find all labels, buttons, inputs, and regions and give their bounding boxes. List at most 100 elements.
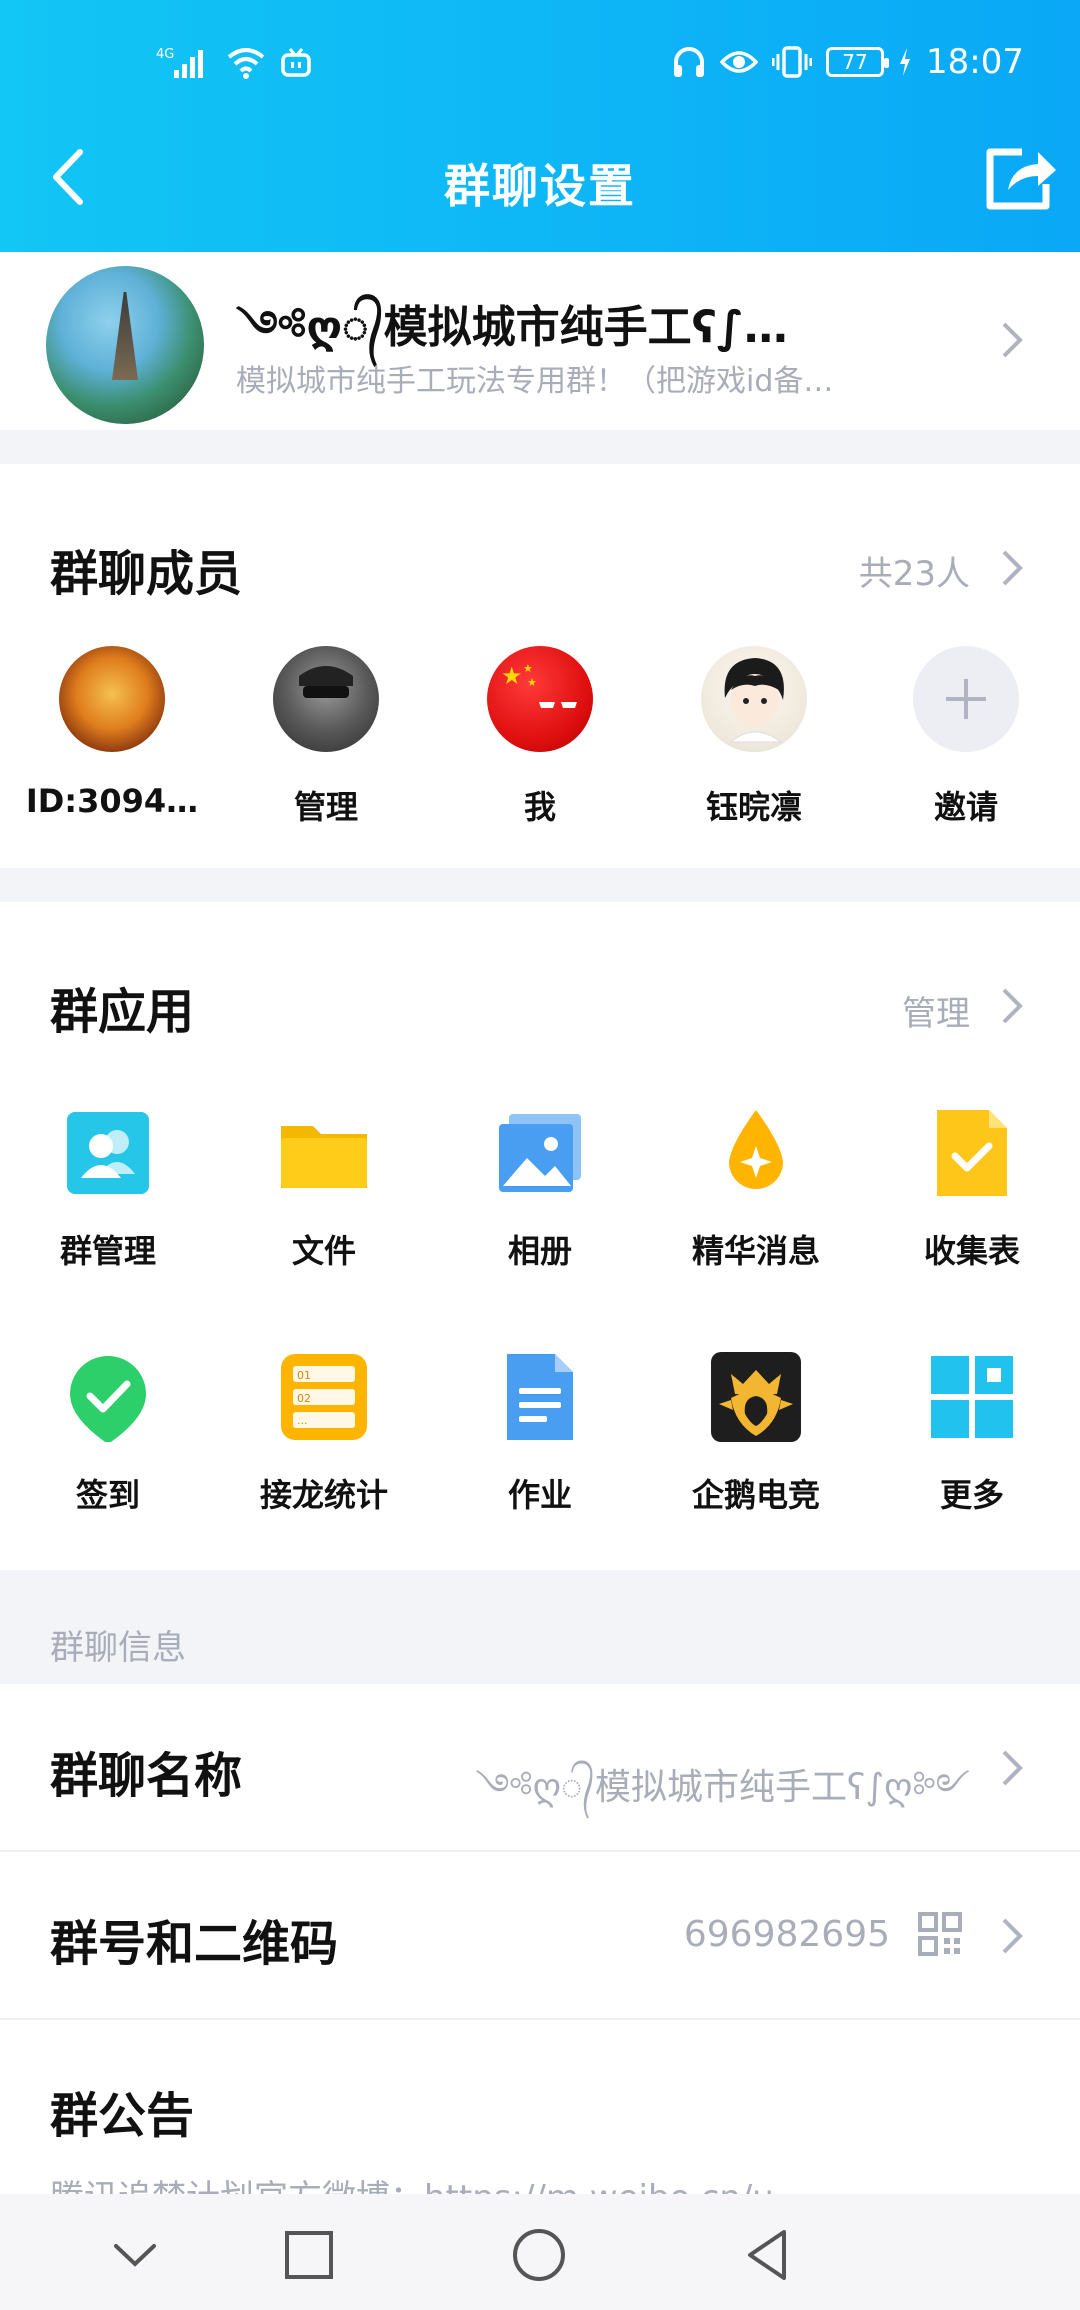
square-icon: [285, 2231, 333, 2279]
homework-icon: [495, 1352, 585, 1442]
share-icon: [986, 148, 1056, 210]
app-label: 签到: [75, 1476, 140, 1514]
svg-text:★: ★: [501, 662, 523, 690]
charging-icon: [898, 47, 912, 77]
member-name: ID:3094…: [25, 782, 199, 820]
group-notice-row[interactable]: 群公告 腾讯追梦计划官方微博：https://m.weibo.cn/u: [0, 2020, 1080, 2200]
app-label: 更多: [939, 1476, 1004, 1514]
apps-title: 群应用: [50, 984, 195, 1040]
group-number-row[interactable]: 群号和二维码 696982695: [0, 1852, 1080, 2018]
apps-manage-link[interactable]: 管理: [902, 986, 970, 1035]
chevron-right-icon: [1000, 1916, 1024, 1956]
app-collect-form[interactable]: 收集表: [872, 1108, 1072, 1272]
more-grid-icon: [927, 1352, 1017, 1442]
vibrate-icon: [772, 45, 813, 79]
app-solitaire[interactable]: 01 02 ... 接龙统计: [224, 1352, 424, 1516]
checkin-icon: [63, 1352, 153, 1444]
svg-text:01: 01: [297, 1369, 311, 1382]
member-item[interactable]: ID:3094…: [12, 646, 212, 820]
app-group-manage[interactable]: 群管理: [8, 1108, 208, 1272]
group-notice-label: 群公告: [50, 2088, 195, 2144]
members-count[interactable]: 共23人: [859, 546, 970, 595]
app-label: 收集表: [923, 1232, 1020, 1270]
group-number-value: 696982695: [683, 1914, 890, 1955]
chevron-right-icon[interactable]: [1000, 986, 1024, 1026]
group-name-label: 群聊名称: [50, 1748, 243, 1804]
page-title: 群聊设置: [444, 159, 636, 213]
group-profile-card[interactable]: ༺ღ᭄模拟城市纯手工ʕ∫… 模拟城市纯手工玩法专用群！（把游戏id备…: [0, 252, 1080, 430]
triangle-back-icon: [748, 2230, 786, 2280]
svg-text:★: ★: [527, 676, 537, 689]
member-avatar: ★ ★ ★: [487, 646, 593, 752]
info-section-label: 群聊信息: [50, 1628, 186, 1668]
signal-icon: 4G: [156, 44, 212, 80]
invite-label: 邀请: [933, 788, 998, 826]
group-number-label: 群号和二维码: [50, 1916, 339, 1972]
wifi-icon: [226, 45, 266, 79]
member-avatar: [701, 646, 807, 752]
group-description: 模拟城市纯手工玩法专用群！（把游戏id备…: [236, 364, 834, 399]
headphone-icon: [672, 45, 706, 79]
group-name-row[interactable]: 群聊名称 ༺ღ᭄模拟城市纯手工ʕ∫ღ༻: [0, 1684, 1080, 1850]
invite-member-button[interactable]: 邀请: [866, 646, 1066, 828]
svg-text:4G: 4G: [156, 47, 174, 62]
member-item[interactable]: 钰晥凛: [654, 646, 854, 828]
plus-icon: [913, 646, 1019, 752]
member-avatar: [59, 646, 165, 752]
nav-recents-button[interactable]: [274, 2220, 344, 2290]
app-label: 相册: [507, 1232, 572, 1270]
members-section: 群聊成员 共23人 ID:3094… 管理 ★ ★ ★ 我 钰晥凛 邀请: [0, 464, 1080, 868]
app-essence[interactable]: 精华消息: [656, 1108, 856, 1272]
system-nav-bar: [0, 2194, 1080, 2310]
member-name: 我: [523, 788, 556, 826]
chevron-right-icon: [1000, 320, 1024, 360]
collect-form-icon: [927, 1108, 1017, 1198]
members-title: 群聊成员: [50, 546, 243, 602]
app-files[interactable]: 文件: [224, 1108, 424, 1272]
qr-code-icon: [918, 1912, 962, 1960]
app-homework[interactable]: 作业: [440, 1352, 640, 1516]
app-checkin[interactable]: 签到: [8, 1352, 208, 1516]
folder-icon: [279, 1108, 369, 1198]
app-label: 企鹅电竞: [691, 1476, 820, 1514]
svg-text:...: ...: [297, 1414, 308, 1427]
eiffel-tower-image: [112, 292, 138, 380]
battery-indicator: 77: [826, 47, 890, 77]
esports-icon: [711, 1352, 801, 1442]
member-item[interactable]: ★ ★ ★ 我: [440, 646, 640, 828]
group-apps-section: 群应用 管理 群管理 文件 相册 精华消息 收集表 签到 01 02 ... 接…: [0, 902, 1080, 1570]
circle-icon: [513, 2229, 565, 2281]
status-bar: 4G 77 18:07: [0, 0, 1080, 120]
svg-text:02: 02: [297, 1392, 311, 1405]
tv-icon: [280, 47, 312, 77]
chevron-down-icon: [114, 2244, 156, 2267]
app-more[interactable]: 更多: [872, 1352, 1072, 1516]
nav-collapse-button[interactable]: [100, 2220, 170, 2290]
group-manage-icon: [63, 1108, 153, 1198]
header-bar: 4G 77 18:07 群聊设置: [0, 0, 1080, 252]
solitaire-icon: 01 02 ...: [279, 1352, 369, 1442]
essence-icon: [711, 1108, 801, 1198]
member-name: 钰晥凛: [705, 788, 802, 826]
member-item[interactable]: 管理: [226, 646, 426, 828]
app-label: 接龙统计: [259, 1476, 388, 1514]
group-avatar[interactable]: [46, 266, 204, 424]
share-button[interactable]: [980, 140, 1060, 214]
chevron-right-icon[interactable]: [1000, 548, 1024, 588]
nav-home-button[interactable]: [504, 2220, 574, 2290]
app-label: 文件: [291, 1232, 356, 1270]
nav-back-button[interactable]: [734, 2220, 804, 2290]
app-label: 精华消息: [691, 1232, 820, 1270]
album-icon: [495, 1108, 585, 1198]
eye-icon: [720, 48, 759, 76]
member-name: 管理: [293, 788, 358, 826]
clock: 18:07: [926, 42, 1024, 82]
svg-text:★: ★: [523, 662, 533, 675]
group-name-value: ༺ღ᭄模拟城市纯手工ʕ∫ღ༻: [475, 1767, 970, 1808]
app-album[interactable]: 相册: [440, 1108, 640, 1272]
chevron-right-icon: [1000, 1748, 1024, 1788]
app-label: 群管理: [59, 1232, 156, 1270]
app-label: 作业: [507, 1476, 572, 1514]
member-avatar: [273, 646, 379, 752]
app-esports[interactable]: 企鹅电竞: [656, 1352, 856, 1516]
